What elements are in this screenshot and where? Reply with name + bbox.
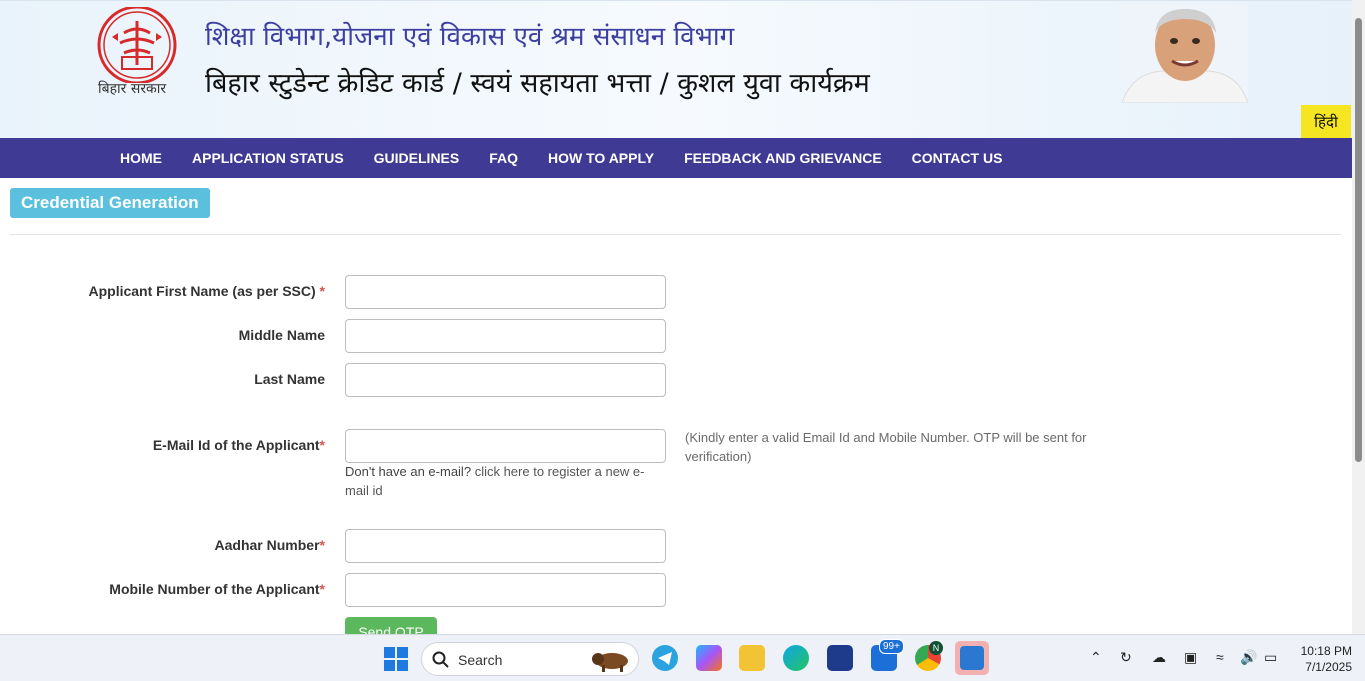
email-help-text: Don't have an e-mail? click here to regi… <box>345 464 645 498</box>
department-title: शिक्षा विभाग,योजना एवं विकास एवं श्रम सं… <box>205 22 735 52</box>
photos-app-icon[interactable] <box>955 641 989 675</box>
emblem-caption: बिहार सरकार <box>98 81 167 97</box>
telegram-icon[interactable] <box>652 645 678 671</box>
clock-time: 10:18 PM <box>1300 644 1352 658</box>
taskbar-clock[interactable]: 10:18 PM 7/1/2025 <box>1290 643 1352 675</box>
search-label: Search <box>458 652 503 668</box>
search-icon <box>432 651 449 668</box>
chrome-profile-badge: N <box>929 641 943 655</box>
mail-badge: 99+ <box>879 639 904 654</box>
email-mobile-note: (Kindly enter a valid Email Id and Mobil… <box>685 430 1087 464</box>
hindi-language-button[interactable]: हिंदी <box>1301 105 1351 139</box>
sync-icon[interactable]: ↻ <box>1120 649 1132 666</box>
show-hidden-icons-chevron-icon[interactable]: ⌃ <box>1090 649 1102 666</box>
file-explorer-icon[interactable] <box>739 645 765 671</box>
scrollbar-thumb[interactable] <box>1355 18 1362 462</box>
aadhar-label: Aadhar Number* <box>214 537 325 553</box>
main-nav: HOME APPLICATION STATUS GUIDELINES FAQ H… <box>0 138 1352 178</box>
required-marker: * <box>319 283 325 299</box>
first-name-label: Applicant First Name (as per SSC) * <box>88 283 325 299</box>
wifi-icon[interactable]: ≈ <box>1216 649 1224 665</box>
page-scrollbar[interactable] <box>1352 0 1365 634</box>
nav-feedback-grievance[interactable]: FEEDBACK AND GRIEVANCE <box>684 138 882 178</box>
battery-icon[interactable]: ▭ <box>1264 649 1277 666</box>
onedrive-cloud-icon[interactable]: ☁ <box>1152 649 1166 666</box>
section-divider <box>10 234 1341 235</box>
mobile-input[interactable] <box>345 573 666 607</box>
nav-faq[interactable]: FAQ <box>489 138 518 178</box>
required-marker: * <box>319 581 325 597</box>
copilot-icon[interactable] <box>696 645 722 671</box>
windows-taskbar: Search 99+ N ⌃ ↻ ☁ ▣ ≈ 🔊 ▭ 10:18 PM 7/1/… <box>0 634 1365 681</box>
aadhar-input[interactable] <box>345 529 666 563</box>
page-header: बिहार सरकार शिक्षा विभाग,योजना एवं विकास… <box>0 0 1352 139</box>
email-label: E-Mail Id of the Applicant* <box>152 437 325 453</box>
scheme-title: बिहार स्टुडेन्ट क्रेडिट कार्ड / स्वयं सह… <box>205 68 870 99</box>
email-input[interactable] <box>345 429 666 463</box>
mobile-label: Mobile Number of the Applicant* <box>109 581 325 597</box>
nav-contact-us[interactable]: CONTACT US <box>912 138 1003 178</box>
touchpad-icon[interactable]: ▣ <box>1184 649 1197 666</box>
first-name-input[interactable] <box>345 275 666 309</box>
required-marker: * <box>319 537 325 553</box>
section-title: Credential Generation <box>10 188 210 218</box>
bison-search-highlight-icon <box>592 653 628 672</box>
last-name-label: Last Name <box>254 371 325 387</box>
last-name-input[interactable] <box>345 363 666 397</box>
windows-start-icon[interactable] <box>384 647 408 671</box>
middle-name-label: Middle Name <box>238 327 325 343</box>
chrome-icon[interactable]: N <box>915 641 943 671</box>
nav-guidelines[interactable]: GUIDELINES <box>374 138 460 178</box>
mail-icon[interactable]: 99+ <box>871 639 904 671</box>
nav-application-status[interactable]: APPLICATION STATUS <box>192 138 344 178</box>
chief-minister-photo <box>1122 3 1248 103</box>
volume-icon[interactable]: 🔊 <box>1240 649 1257 666</box>
nav-home[interactable]: HOME <box>120 138 162 178</box>
middle-name-input[interactable] <box>345 319 666 353</box>
required-marker: * <box>319 437 325 453</box>
clock-date: 7/1/2025 <box>1305 660 1352 674</box>
taskbar-search-box[interactable]: Search <box>421 642 639 676</box>
microsoft-store-icon[interactable] <box>827 645 853 671</box>
nav-how-to-apply[interactable]: HOW TO APPLY <box>548 138 654 178</box>
edge-browser-icon[interactable] <box>783 645 809 671</box>
